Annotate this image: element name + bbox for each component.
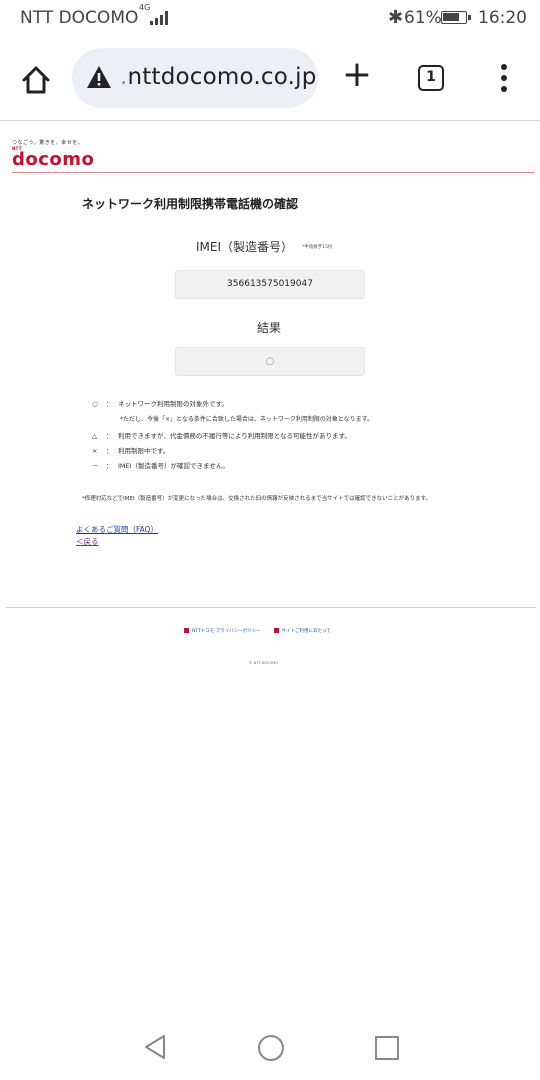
tab-switcher-button[interactable]: 1 [418, 65, 444, 91]
copyright: © NTT DOCOMO [249, 661, 278, 665]
legend-symbol: × [92, 447, 98, 455]
new-tab-button[interactable]: + [340, 57, 374, 94]
home-button[interactable] [16, 60, 56, 100]
legend-text: 利用できますが、代金債務の不履行等により利用制限となる可能性があります。 [118, 432, 351, 440]
logo-ntt-text: NTT [12, 146, 22, 151]
battery-percent: 61% [404, 8, 442, 28]
imei-note: *半角数字15桁 [302, 245, 333, 250]
signal-icon [150, 11, 168, 25]
docomo-logo[interactable]: NTT docomo [12, 146, 95, 170]
not-secure-warning-icon [87, 66, 111, 88]
legend-separator: ： [106, 447, 113, 455]
imei-field: 356613575019047 [175, 270, 365, 299]
legend-separator: ： [106, 462, 113, 470]
external-link-icon [273, 628, 279, 633]
browser-toolbar: .nttdocomo.co.jp + 1 [0, 40, 540, 118]
repair-footnote: *修理対応などでIMEI（製造番号）が変更になった場合は、交換された旧の情報が反… [82, 496, 432, 502]
brand-tagline: つなごう。驚きを。幸せを。 [12, 140, 84, 146]
more-vertical-icon [492, 64, 516, 92]
address-bar[interactable]: .nttdocomo.co.jp [72, 48, 318, 108]
legend-item: △ ： 利用できますが、代金債務の不履行等により利用制限となる可能性があります。 [92, 430, 351, 440]
privacy-policy-link[interactable]: NTTドコモ プライバシーポリシー [192, 629, 261, 634]
system-nav-bar [0, 1010, 540, 1080]
legend-text: 利用制限中です。 [118, 447, 170, 455]
url-domain: nttdocomo.co.jp [127, 64, 317, 90]
network-type: 4G [139, 3, 151, 12]
tab-count: 1 [426, 69, 436, 85]
legend-text: IMEI（製造番号）が確認できません。 [118, 462, 229, 470]
home-icon [22, 66, 50, 94]
legend-note: *ただし、今後「×」となる条件に合致した場合は、ネットワーク利用制限の対象となり… [120, 414, 373, 423]
result-field: ○ [175, 347, 365, 376]
imei-label: IMEI（製造番号） [196, 240, 294, 254]
legend-separator: ： [106, 432, 113, 440]
nav-recents-button[interactable] [375, 1036, 399, 1060]
legend-symbol: △ [92, 432, 97, 440]
legend-note-text: *ただし、今後「×」となる条件に合致した場合は、ネットワーク利用制限の対象となり… [120, 416, 374, 423]
logo-text: docomo [12, 149, 95, 170]
status-bar: NTT DOCOMO 4G ✱ 61% 16:20 [0, 0, 540, 36]
url-text: .nttdocomo.co.jp [120, 64, 317, 90]
legend-text: ネットワーク利用制限の対象外です。 [118, 400, 228, 408]
header-divider [12, 172, 535, 173]
legend-symbol: － [92, 462, 99, 470]
legend-item: × ： 利用制限中です。 [92, 445, 169, 455]
nav-back-button[interactable] [143, 1034, 167, 1060]
toolbar-divider [0, 120, 540, 121]
site-usage-link[interactable]: サイトご利用にあたって [282, 629, 331, 634]
footer-links: NTTドコモ プライバシーポリシー サイトご利用にあたって [184, 628, 331, 634]
legend-separator: ： [106, 400, 113, 408]
battery-icon [441, 11, 471, 24]
back-triangle-icon [145, 1035, 165, 1059]
clock: 16:20 [478, 8, 527, 28]
plus-icon: + [341, 54, 373, 95]
bluetooth-icon: ✱ [388, 7, 404, 28]
legend-item: － ： IMEI（製造番号）が確認できません。 [92, 460, 229, 470]
back-link[interactable]: ＜戻る [76, 536, 99, 547]
url-prefix: . [120, 64, 128, 90]
legend-symbol: ○ [92, 400, 98, 408]
nav-home-button[interactable] [258, 1035, 284, 1061]
page-title: ネットワーク利用制限携帯電話機の確認 [82, 197, 299, 211]
faq-link[interactable]: よくあるご質問（FAQ） [76, 524, 158, 535]
carrier-name: NTT DOCOMO [20, 8, 139, 28]
result-label: 結果 [257, 321, 282, 335]
legend-item: ○ ： ネットワーク利用制限の対象外です。 [92, 398, 228, 408]
external-link-icon [184, 628, 189, 633]
more-menu-button[interactable] [492, 64, 516, 96]
footer-divider [6, 607, 536, 608]
